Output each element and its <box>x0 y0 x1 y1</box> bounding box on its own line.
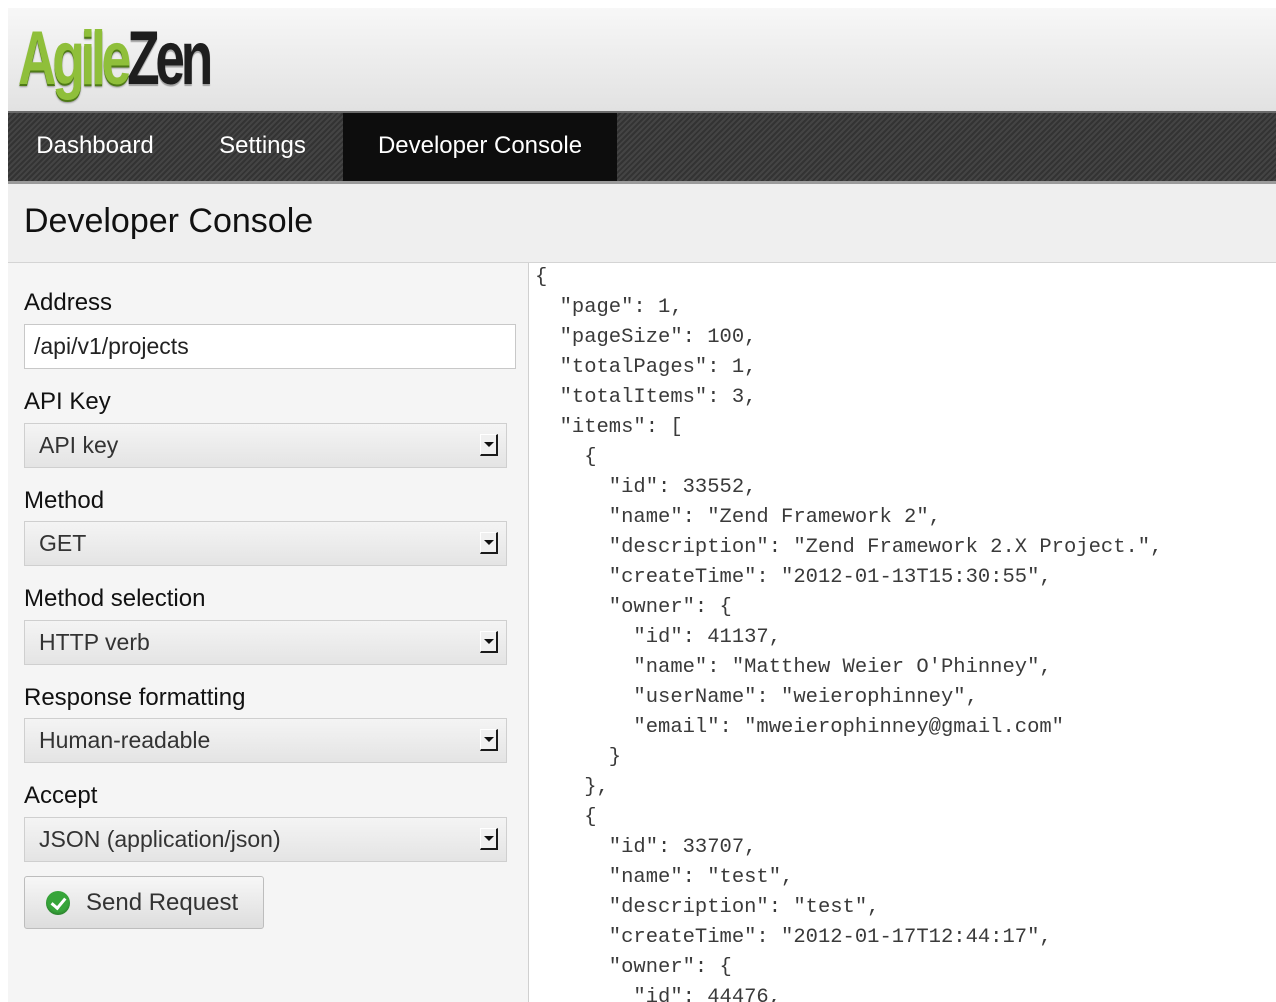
json-line: "totalItems": 3, <box>535 386 757 409</box>
json-line: { <box>535 446 597 469</box>
method-selection-select[interactable]: HTTP verb <box>24 620 507 665</box>
dropdown-arrow-icon <box>480 729 498 751</box>
json-line: "createTime": "2012-01-13T15:30:55", <box>535 566 1052 589</box>
method-selection-label: Method selection <box>24 585 206 612</box>
json-line: { <box>535 806 597 829</box>
json-line: "userName": "weierophinney", <box>535 686 978 709</box>
response-formatting-select[interactable]: Human-readable <box>24 718 507 763</box>
method-selection-value: HTTP verb <box>39 629 150 655</box>
nav-settings[interactable]: Settings <box>182 113 343 181</box>
method-label: Method <box>24 487 105 514</box>
nav-dashboard[interactable]: Dashboard <box>8 113 182 181</box>
json-line: "id": 44476, <box>535 986 782 1002</box>
address-label: Address <box>24 289 113 316</box>
json-line: "name": "test", <box>535 866 794 889</box>
json-line: "name": "Matthew Weier O'Phinney", <box>535 656 1052 679</box>
json-line: "items": [ <box>535 416 683 439</box>
logo-text-agile: Agile <box>18 16 131 101</box>
page-title-bar: Developer Console <box>8 184 1276 263</box>
method-select[interactable]: GET <box>24 521 507 566</box>
address-input[interactable] <box>24 324 516 369</box>
json-line: "createTime": "2012-01-17T12:44:17", <box>535 926 1052 949</box>
app-window: AgileZen Dashboard Settings Developer Co… <box>8 8 1276 1002</box>
send-request-button[interactable]: Send Request <box>24 876 264 929</box>
accept-select[interactable]: JSON (application/json) <box>24 817 507 862</box>
json-line: "email": "mweierophinney@gmail.com" <box>535 716 1064 739</box>
json-line: } <box>535 746 622 769</box>
response-formatting-label: Response formatting <box>24 684 246 711</box>
json-line: "id": 33552, <box>535 476 757 499</box>
accept-label: Accept <box>24 782 98 809</box>
api-key-label: API Key <box>24 388 111 415</box>
api-key-select[interactable]: API key <box>24 423 507 468</box>
json-line: }, <box>535 776 609 799</box>
request-form: Address API Key API key Method GET Metho… <box>8 263 529 1002</box>
json-line: "id": 33707, <box>535 836 757 859</box>
page-title: Developer Console <box>24 202 314 240</box>
json-line: "id": 41137, <box>535 626 782 649</box>
json-line: "owner": { <box>535 956 732 979</box>
logo-text-zen: Zen <box>127 16 213 101</box>
json-line: "description": "test", <box>535 896 880 919</box>
send-request-label: Send Request <box>86 889 239 916</box>
json-line: "description": "Zend Framework 2.X Proje… <box>535 536 1163 559</box>
dropdown-arrow-icon <box>480 631 498 653</box>
json-line: "page": 1, <box>535 296 683 319</box>
check-circle-icon <box>46 891 70 915</box>
json-line: "pageSize": 100, <box>535 326 757 349</box>
json-line: "owner": { <box>535 596 732 619</box>
header: AgileZen <box>8 8 1276 111</box>
dropdown-arrow-icon <box>480 828 498 850</box>
json-line: "totalPages": 1, <box>535 356 757 379</box>
main-nav: Dashboard Settings Developer Console <box>8 111 1276 184</box>
method-value: GET <box>39 530 87 556</box>
dropdown-arrow-icon <box>480 434 498 456</box>
response-output[interactable]: { "page": 1, "pageSize": 100, "totalPage… <box>529 263 1276 1002</box>
agilezen-logo[interactable]: AgileZen <box>18 14 213 104</box>
json-line: { <box>535 266 548 289</box>
json-line: "name": "Zend Framework 2", <box>535 506 941 529</box>
nav-developer-console[interactable]: Developer Console <box>343 113 617 181</box>
accept-value: JSON (application/json) <box>39 826 281 852</box>
dropdown-arrow-icon <box>480 532 498 554</box>
api-key-value: API key <box>39 432 119 458</box>
response-formatting-value: Human-readable <box>39 727 211 753</box>
